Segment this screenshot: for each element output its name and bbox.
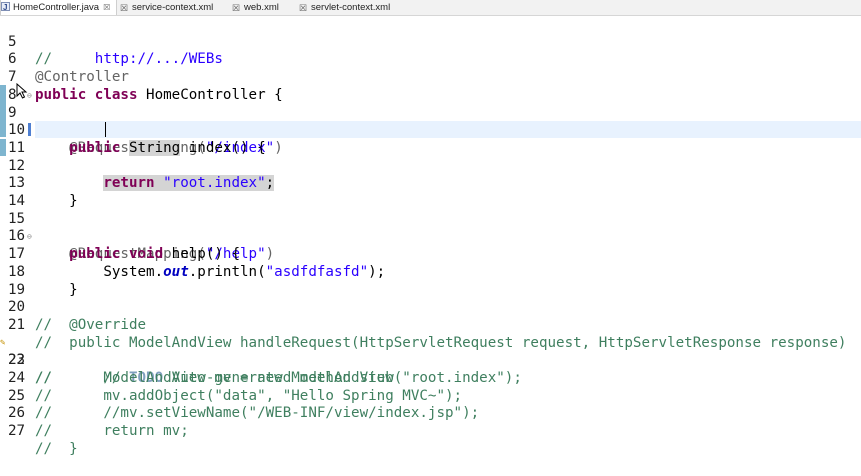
code-editor[interactable]: 5 // http://.../WEBs 6 @Controller 7 pub… bbox=[0, 16, 861, 457]
code-line: 11 bbox=[0, 122, 861, 156]
code-line: 24 // mv.addObject("data", "Hello Spring… bbox=[0, 352, 861, 404]
tab-web-xml[interactable]: ☒ web.xml bbox=[232, 0, 279, 15]
code-line: 18 } bbox=[0, 246, 861, 298]
line-number: 27 bbox=[8, 423, 26, 440]
mouse-pointer-icon bbox=[16, 83, 28, 99]
comment-text: // } bbox=[35, 440, 78, 457]
code-line: 6 @Controller bbox=[0, 34, 861, 85]
code-line: 8 bbox=[0, 69, 861, 103]
tab-servlet-context-xml[interactable]: ☒ servlet-context.xml bbox=[299, 0, 390, 15]
code-line: 19 bbox=[0, 264, 861, 298]
tab-label: servlet-context.xml bbox=[311, 2, 391, 13]
code-line: 27 // } bbox=[0, 405, 861, 457]
code-line: 21 // public ModelAndView handleRequest(… bbox=[0, 299, 861, 351]
tab-label: HomeController.java bbox=[13, 2, 100, 13]
close-tab-icon[interactable]: ☒ bbox=[103, 3, 110, 12]
comment-text: // return mv; bbox=[35, 423, 189, 440]
code-line: 5 // http://.../WEBs bbox=[0, 16, 861, 68]
tab-label: service-context.xml bbox=[132, 2, 214, 13]
code-line: 17 System.out.println("asdfdfasfd"); bbox=[0, 228, 861, 280]
code-line: 13 } bbox=[0, 158, 861, 209]
code-line: 25 // //mv.setViewName("/WEB-INF/view/in… bbox=[0, 370, 861, 422]
code-line: 16 public void help() { bbox=[0, 211, 861, 262]
code-line: 20 // @Override bbox=[0, 282, 861, 333]
xml-file-icon: ☒ bbox=[120, 3, 129, 13]
code-line: 9 ⊖ @RequestMapping("/index") bbox=[0, 87, 861, 156]
code-line: 15 ⊖ @RequestMapping("/help") bbox=[0, 193, 861, 262]
code-line: 12 return "root.index"; bbox=[0, 140, 861, 192]
code-line: 23 // ModelAndView mv = new ModelAndView… bbox=[0, 335, 861, 386]
code-line: 26 // return mv; bbox=[0, 388, 861, 439]
code-line: ✎ 22 // // TODO Auto-generated method st… bbox=[0, 317, 861, 386]
code-line: 14 bbox=[0, 175, 861, 209]
code-line: 7 public class HomeController { bbox=[0, 51, 861, 103]
code-line: 10 public String index() { bbox=[0, 105, 861, 156]
tab-service-context-xml[interactable]: ☒ service-context.xml bbox=[120, 0, 213, 15]
text-cursor bbox=[105, 122, 106, 137]
xml-file-icon: ☒ bbox=[299, 3, 308, 13]
java-file-icon bbox=[1, 0, 10, 15]
xml-file-icon: ☒ bbox=[232, 3, 241, 13]
tab-label: web.xml bbox=[244, 2, 279, 13]
editor-tab-bar: HomeController.java☒ ☒service-context.xm… bbox=[0, 0, 861, 16]
tab-homecontroller-java[interactable]: HomeController.java☒ bbox=[0, 0, 117, 15]
